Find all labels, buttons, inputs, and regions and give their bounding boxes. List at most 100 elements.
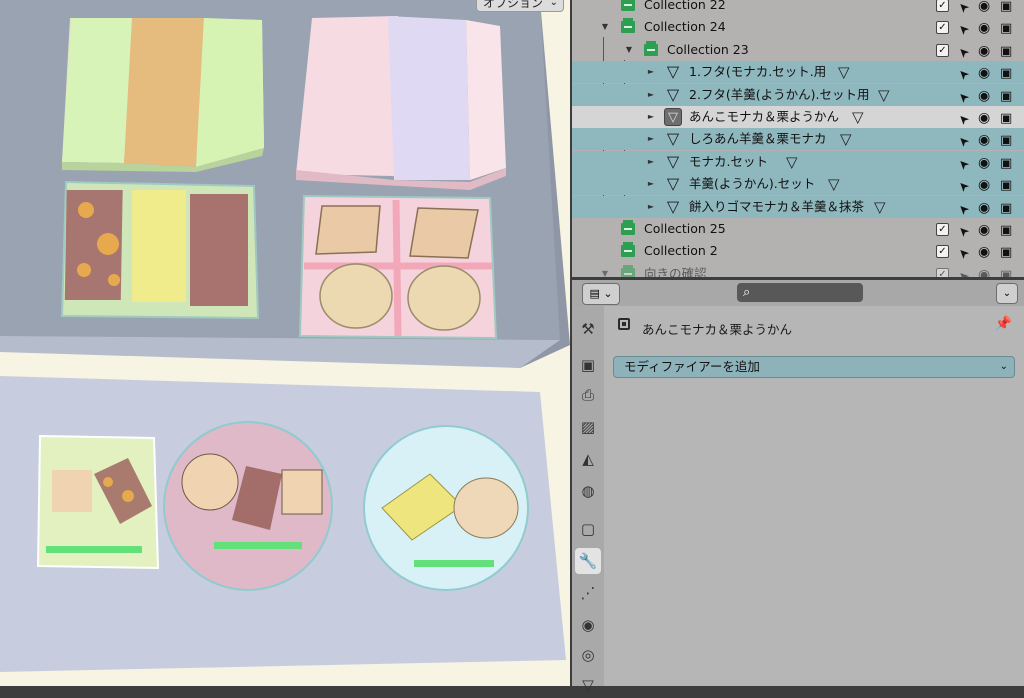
outliner-panel[interactable]: Collection 22 ✓ ➤ ◉ ▣ ▼ Collection 24 ✓ ➤ ◉ ▣ ▼ Coll… — [572, 0, 1024, 277]
eye-icon[interactable]: ◉ — [978, 241, 990, 263]
eye-icon[interactable]: ◉ — [978, 197, 990, 219]
checkbox-icon[interactable]: ✓ — [936, 43, 949, 57]
search-input[interactable]: ⌕ — [737, 283, 863, 302]
outliner-row[interactable]: ► ▽ 1.フタ(モナカ.セット.用 ▽ ➤ ◉ ▣ — [572, 61, 1024, 85]
eye-icon[interactable]: ◉ — [978, 40, 990, 62]
outliner-row[interactable]: ▼ Collection 24 ✓ ➤ ◉ ▣ — [572, 16, 1024, 38]
checkbox-icon[interactable]: ✓ — [936, 223, 949, 236]
object-tab[interactable]: ▢ — [575, 516, 601, 542]
camera-icon[interactable]: ▣ — [1000, 265, 1012, 277]
camera-icon[interactable]: ▣ — [1000, 175, 1012, 197]
eye-icon[interactable]: ◉ — [978, 62, 990, 84]
expand-arrow-icon[interactable]: ► — [646, 151, 656, 173]
cursor-arrow-icon[interactable]: ➤ — [953, 198, 974, 219]
cursor-arrow-icon[interactable]: ➤ — [953, 41, 974, 62]
expand-arrow-icon[interactable]: ► — [646, 196, 656, 218]
collapse-arrow-icon[interactable]: ▼ — [600, 16, 610, 38]
collection-icon — [621, 0, 635, 11]
collapse-arrow-icon[interactable]: ▼ — [624, 39, 634, 61]
view-layer-tab[interactable]: ▨ — [575, 414, 601, 440]
modifier-icon[interactable]: ▽ — [786, 153, 798, 171]
outliner-row[interactable]: Collection 2 ✓ ➤ ◉ ▣ — [572, 240, 1024, 262]
cursor-arrow-icon[interactable]: ➤ — [953, 19, 974, 40]
cursor-arrow-icon[interactable]: ➤ — [953, 175, 974, 196]
eye-icon[interactable]: ◉ — [978, 219, 990, 241]
render-tab[interactable]: ▣ — [575, 352, 601, 378]
cursor-arrow-icon[interactable]: ➤ — [953, 243, 974, 264]
camera-icon[interactable]: ▣ — [1000, 41, 1012, 63]
camera-icon[interactable]: ▣ — [1000, 242, 1012, 264]
pin-icon[interactable]: 📌 — [995, 316, 1012, 332]
checkbox-icon[interactable]: ✓ — [936, 267, 949, 277]
camera-icon[interactable]: ▣ — [1000, 86, 1012, 108]
outliner-row[interactable]: ► ▽ しろあん羊羹＆栗モナカ ▽ ➤ ◉ ▣ — [572, 128, 1024, 152]
outliner-row[interactable]: ► ▽ 羊羹(ようかん).セット ▽ ➤ ◉ ▣ — [572, 173, 1024, 197]
add-modifier-dropdown[interactable]: モディファイアーを追加 ⌄ — [613, 356, 1015, 378]
outliner-row[interactable]: ▼ 向きの確認 ✓ ➤ ◉ ▣ — [572, 263, 1024, 277]
camera-icon[interactable]: ▣ — [1000, 0, 1012, 18]
eye-icon[interactable]: ◉ — [978, 85, 990, 107]
outliner-row[interactable]: Collection 22 ✓ ➤ ◉ ▣ — [572, 0, 1024, 16]
expand-arrow-icon[interactable]: ► — [646, 61, 656, 83]
panel-options-button[interactable]: ⌄ — [996, 283, 1018, 304]
cursor-arrow-icon[interactable]: ➤ — [953, 63, 974, 84]
eye-icon[interactable]: ◉ — [978, 174, 990, 196]
modifier-icon[interactable]: ▽ — [874, 198, 886, 216]
outliner-row[interactable]: ► ▽ 餅入りゴマモナカ＆羊羹＆抹茶 ▽ ➤ ◉ ▣ — [572, 195, 1024, 220]
outliner-row[interactable]: ► ▽ あんこモナカ＆栗ようかん ▽ ➤ ◉ ▣ — [572, 106, 1024, 128]
cursor-arrow-icon[interactable]: ➤ — [953, 108, 974, 129]
camera-icon[interactable]: ▣ — [1000, 63, 1012, 85]
constraints-tab[interactable]: ◎ — [575, 642, 601, 668]
collapse-arrow-icon[interactable]: ▼ — [600, 263, 610, 277]
outliner-row[interactable]: ► ▽ 2.フタ(羊羹(ようかん).セット用 ▽ ➤ ◉ ▣ — [572, 83, 1024, 108]
expand-arrow-icon[interactable]: ► — [646, 173, 656, 195]
viewport-options-dropdown[interactable]: オプション ⌄ — [476, 0, 564, 12]
viewport-scene[interactable] — [0, 0, 570, 686]
cursor-arrow-icon[interactable]: ➤ — [953, 153, 974, 174]
output-tab[interactable]: ⎙ — [575, 382, 601, 408]
eye-icon[interactable]: ◉ — [978, 129, 990, 151]
camera-icon[interactable]: ▣ — [1000, 108, 1012, 130]
modifier-icon[interactable]: ▽ — [878, 86, 890, 104]
world-tab[interactable]: ◍ — [575, 478, 601, 504]
eye-icon[interactable]: ◉ — [978, 0, 990, 17]
cursor-arrow-icon[interactable]: ➤ — [953, 220, 974, 241]
modifier-icon[interactable]: ▽ — [840, 130, 852, 148]
camera-icon[interactable]: ▣ — [1000, 18, 1012, 40]
camera-icon[interactable]: ▣ — [1000, 220, 1012, 242]
checkbox-icon[interactable]: ✓ — [936, 245, 949, 259]
editor-type-button[interactable]: ▤ ⌄ — [582, 283, 620, 305]
expand-arrow-icon[interactable]: ► — [646, 106, 656, 128]
camera-icon[interactable]: ▣ — [1000, 153, 1012, 175]
cursor-arrow-icon[interactable]: ➤ — [953, 0, 974, 18]
checkbox-icon[interactable]: ✓ — [936, 0, 949, 12]
eye-icon[interactable]: ◉ — [978, 264, 990, 277]
eye-icon[interactable]: ◉ — [978, 17, 990, 39]
camera-icon[interactable]: ▣ — [1000, 130, 1012, 152]
cursor-arrow-icon[interactable]: ➤ — [953, 86, 974, 107]
modifier-icon[interactable]: ▽ — [828, 175, 840, 193]
modifier-properties: あんこモナカ＆栗ようかん 📌 モディファイアーを追加 ⌄ — [604, 306, 1024, 686]
scene-tab[interactable]: ◭ — [575, 446, 601, 472]
3d-viewport[interactable]: オプション ⌄ — [0, 0, 570, 686]
modifier-icon[interactable]: ▽ — [852, 108, 864, 126]
outliner-row[interactable]: Collection 25 ✓ ➤ ◉ ▣ — [572, 218, 1024, 240]
expand-arrow-icon[interactable]: ► — [646, 128, 656, 150]
checkbox-icon[interactable]: ✓ — [936, 21, 949, 35]
eye-icon[interactable]: ◉ — [978, 107, 990, 129]
camera-icon[interactable]: ▣ — [1000, 198, 1012, 220]
expand-arrow-icon[interactable]: ► — [646, 84, 656, 106]
cursor-arrow-icon[interactable]: ➤ — [953, 131, 974, 152]
data-tab[interactable]: ▽ — [575, 672, 601, 698]
outliner-row[interactable]: ▼ Collection 23 ✓ ➤ ◉ ▣ — [572, 39, 1024, 61]
properties-tab-bar: ⚒ ▣ ⎙ ▨ ◭ ◍ ▢ 🔧 ⋰ ◉ ◎ ▽ — [572, 306, 604, 694]
physics-tab[interactable]: ◉ — [575, 612, 601, 638]
tool-tab[interactable]: ⚒ — [575, 316, 601, 342]
modifier-tab[interactable]: 🔧 — [575, 548, 601, 574]
outliner-row[interactable]: ► ▽ モナカ.セット ▽ ➤ ◉ ▣ — [572, 150, 1024, 175]
particles-tab[interactable]: ⋰ — [575, 580, 601, 606]
modifier-icon[interactable]: ▽ — [838, 63, 850, 81]
cursor-arrow-icon[interactable]: ➤ — [953, 265, 974, 277]
properties-panel[interactable]: ▤ ⌄ ⌕ ⌄ ⚒ ▣ ⎙ ▨ ◭ ◍ ▢ 🔧 ⋰ ◉ ◎ ▽ あんこモナカ＆栗ようかん 📌 モディフ… — [572, 280, 1024, 694]
eye-icon[interactable]: ◉ — [978, 152, 990, 174]
